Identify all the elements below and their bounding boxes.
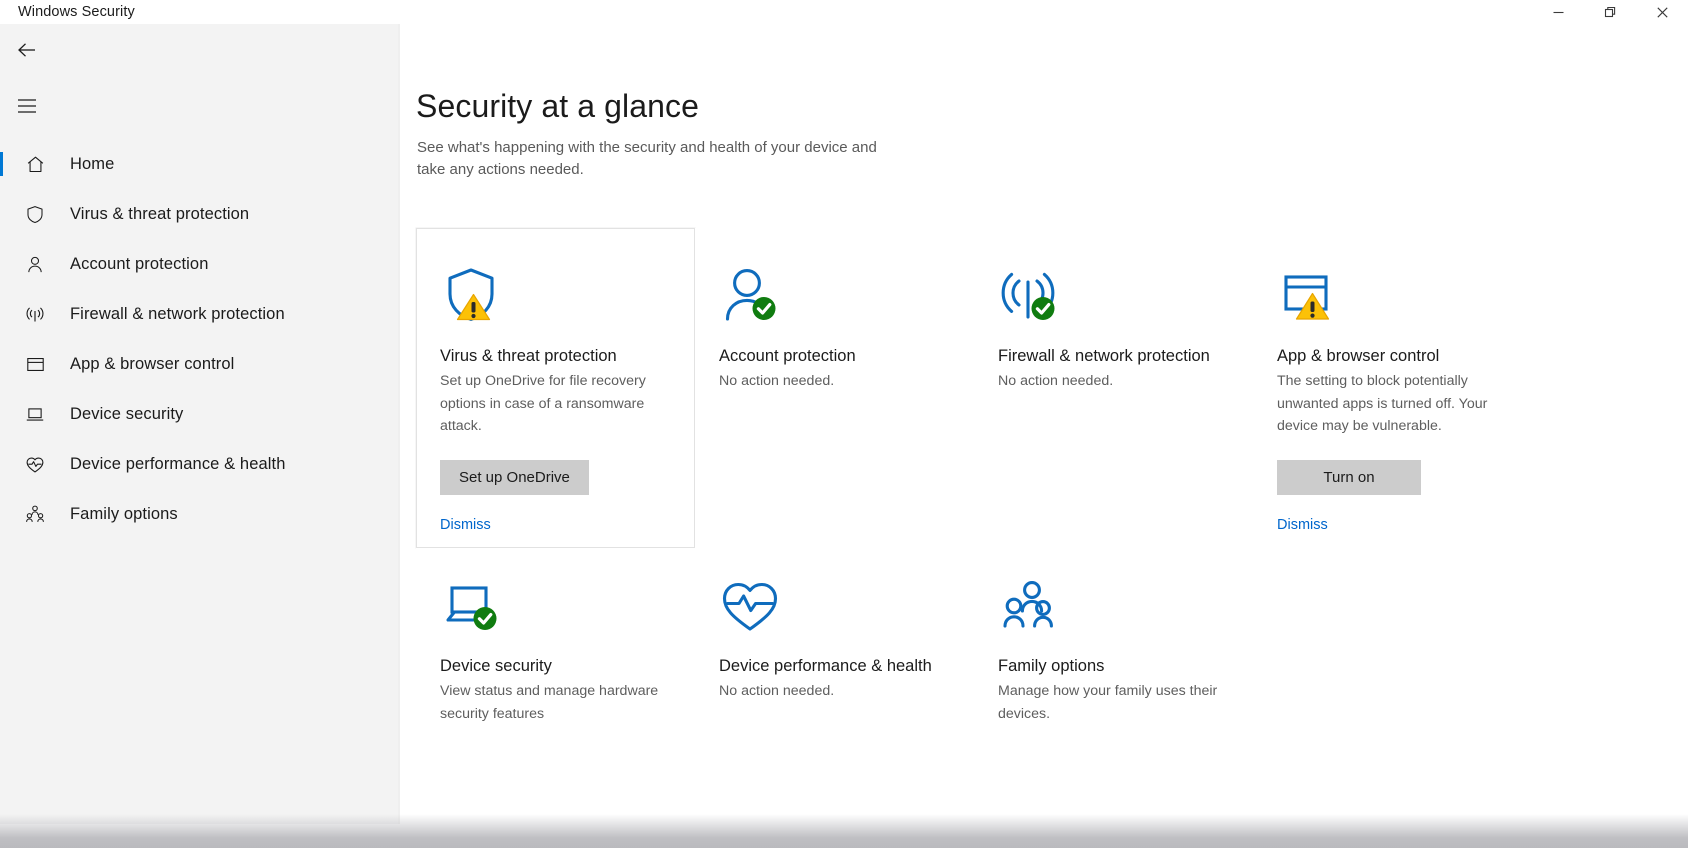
- card-family-options[interactable]: Family options Manage how your family us…: [974, 548, 1253, 758]
- page-title: Security at a glance: [416, 88, 700, 124]
- sidebar-nav-list: Home Virus & threat protection Account p…: [0, 139, 400, 539]
- dismiss-link[interactable]: Dismiss: [1277, 517, 1328, 533]
- person-icon: [16, 254, 54, 275]
- sidebar-item-firewall-network-protection[interactable]: Firewall & network protection: [0, 289, 400, 339]
- check-badge-icon: [752, 297, 776, 320]
- minimize-button[interactable]: [1532, 0, 1584, 24]
- card-icon-wrap: [719, 574, 950, 650]
- set-up-onedrive-button[interactable]: Set up OneDrive: [440, 459, 589, 495]
- card-title: App & browser control: [1277, 347, 1440, 365]
- home-icon: [16, 154, 54, 175]
- sidebar: Home Virus & threat protection Account p…: [0, 24, 400, 824]
- family-icon: [16, 504, 54, 525]
- card-title: Account protection: [719, 347, 856, 365]
- family-icon: [1003, 581, 1053, 628]
- laptop-icon: [16, 404, 54, 425]
- card-title: Device performance & health: [719, 657, 932, 675]
- card-title: Virus & threat protection: [440, 347, 617, 365]
- window-icon: [1284, 275, 1330, 320]
- main-content: Security at a glance See what's happenin…: [400, 24, 1688, 824]
- security-cards-grid: Virus & threat protection Set up OneDriv…: [416, 228, 1546, 758]
- heart-pulse-icon: [722, 582, 778, 631]
- title-bar: Windows Security: [0, 0, 1688, 24]
- person-icon: [725, 269, 776, 321]
- hamburger-menu-button[interactable]: [3, 84, 51, 128]
- card-description: Manage how your family uses their device…: [998, 683, 1218, 722]
- card-title: Device security: [440, 657, 552, 675]
- window-controls: [1532, 0, 1688, 24]
- sidebar-item-app-browser-control[interactable]: App & browser control: [0, 339, 400, 389]
- restore-button[interactable]: [1584, 0, 1636, 24]
- sidebar-item-account-protection[interactable]: Account protection: [0, 239, 400, 289]
- sidebar-item-family-options[interactable]: Family options: [0, 489, 400, 539]
- shield-icon: [448, 268, 494, 321]
- sidebar-item-label: App & browser control: [70, 354, 235, 373]
- card-title: Family options: [998, 657, 1105, 675]
- card-description: No action needed.: [719, 683, 835, 699]
- cards-row-1: Virus & threat protection Set up OneDriv…: [416, 228, 1546, 548]
- card-title: Firewall & network protection: [998, 347, 1210, 365]
- cards-row-2: Device security View status and manage h…: [416, 548, 1546, 758]
- page-subtitle: See what's happening with the security a…: [417, 139, 877, 178]
- sidebar-item-virus-threat-protection[interactable]: Virus & threat protection: [0, 189, 400, 239]
- network-icon: [16, 304, 54, 325]
- sidebar-item-device-performance-health[interactable]: Device performance & health: [0, 439, 400, 489]
- sidebar-item-label: Virus & threat protection: [70, 204, 250, 223]
- sidebar-item-device-security[interactable]: Device security: [0, 389, 400, 439]
- turn-on-button[interactable]: Turn on: [1277, 459, 1421, 495]
- warning-badge-icon: [1295, 292, 1330, 320]
- shield-icon: [16, 204, 54, 225]
- card-description: View status and manage hardware security…: [440, 683, 659, 722]
- card-description: The setting to block potentially unwante…: [1277, 373, 1488, 434]
- check-badge-icon: [473, 607, 497, 630]
- dismiss-link[interactable]: Dismiss: [440, 517, 491, 533]
- sidebar-item-label: Home: [70, 154, 115, 173]
- network-icon: [1001, 272, 1055, 320]
- card-empty-slot: [1253, 548, 1532, 758]
- windows-security-window: Windows Security Home Virus & threat pro…: [0, 0, 1688, 848]
- window-icon: [16, 354, 54, 375]
- check-badge-icon: [1031, 297, 1055, 320]
- laptop-icon: [446, 586, 497, 630]
- card-virus-threat-protection[interactable]: Virus & threat protection Set up OneDriv…: [416, 228, 695, 548]
- card-description: No action needed.: [719, 373, 835, 389]
- card-account-protection[interactable]: Account protection No action needed.: [695, 228, 974, 548]
- card-icon-wrap: [998, 264, 1229, 340]
- close-button[interactable]: [1636, 0, 1688, 24]
- card-description: Set up OneDrive for file recovery option…: [440, 373, 646, 434]
- card-device-security[interactable]: Device security View status and manage h…: [416, 548, 695, 758]
- sidebar-item-label: Firewall & network protection: [70, 304, 285, 323]
- card-icon-wrap: [719, 264, 950, 340]
- sidebar-item-label: Account protection: [70, 254, 209, 273]
- card-firewall-network-protection[interactable]: Firewall & network protection No action …: [974, 228, 1253, 548]
- sidebar-item-label: Device security: [70, 404, 184, 423]
- card-app-browser-control[interactable]: App & browser control The setting to blo…: [1253, 228, 1532, 548]
- card-icon-wrap: [1277, 264, 1508, 340]
- card-icon-wrap: [440, 574, 671, 650]
- card-icon-wrap: [998, 574, 1229, 650]
- card-device-performance-health[interactable]: Device performance & health No action ne…: [695, 548, 974, 758]
- card-description: No action needed.: [998, 373, 1114, 389]
- back-button[interactable]: [3, 28, 51, 72]
- card-icon-wrap: [440, 264, 671, 340]
- warning-badge-icon: [456, 293, 491, 321]
- window-title: Windows Security: [18, 4, 135, 20]
- heart-pulse-icon: [16, 454, 54, 475]
- sidebar-item-label: Device performance & health: [70, 454, 286, 473]
- sidebar-item-label: Family options: [70, 504, 178, 523]
- sidebar-item-home[interactable]: Home: [0, 139, 400, 189]
